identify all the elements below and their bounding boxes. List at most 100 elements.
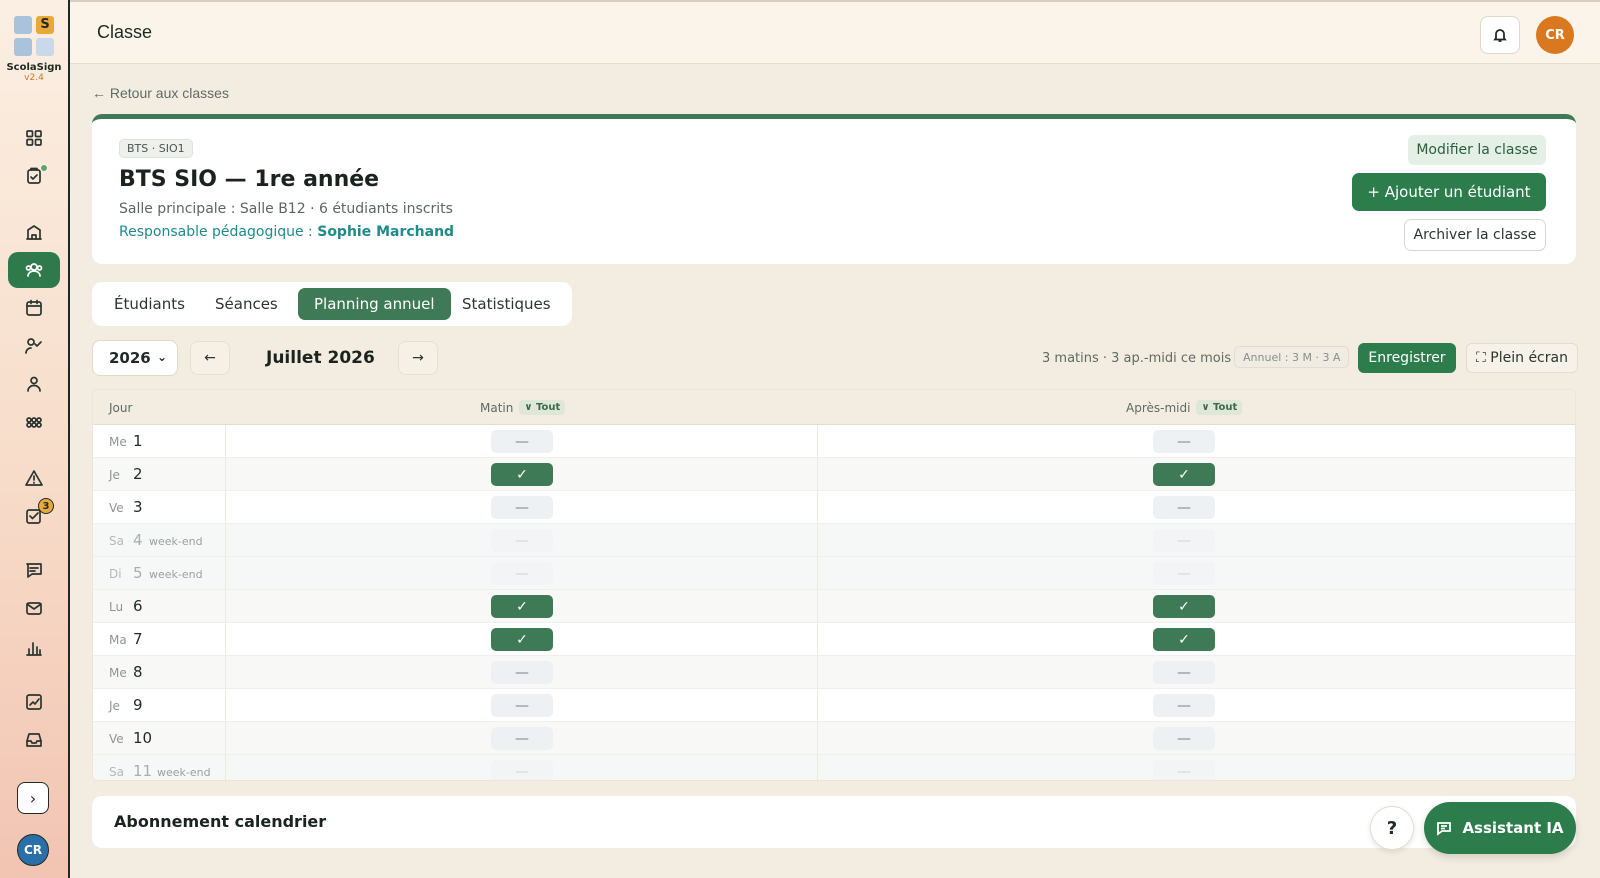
archive-class-button[interactable]: Archiver la classe [1404, 219, 1546, 251]
morning-toggle[interactable]: — [491, 430, 553, 453]
afternoon-toggle[interactable]: ✓ [1153, 595, 1215, 618]
day-of-week: Di [109, 567, 122, 581]
day-number: 9 [133, 696, 143, 714]
previous-month-button[interactable]: ← [190, 341, 230, 375]
add-student-button[interactable]: + Ajouter un étudiant [1352, 173, 1546, 211]
help-button[interactable]: ? [1370, 806, 1414, 850]
morning-toggle[interactable]: ✓ [491, 595, 553, 618]
col-morning-header: Matin ∨ Tout [480, 390, 566, 425]
calendar-icon[interactable] [8, 290, 60, 326]
table-row: Lu 6 ✓ ✓ [93, 590, 1575, 623]
next-month-button[interactable]: → [398, 341, 438, 375]
ai-assistant-button[interactable]: Assistant IA [1424, 802, 1576, 854]
ai-assistant-label: Assistant IA [1462, 819, 1564, 837]
afternoon-toggle[interactable]: ✓ [1153, 463, 1215, 486]
day-number: 7 [133, 630, 143, 648]
person-icon[interactable] [8, 366, 60, 402]
fullscreen-button[interactable]: ⛶ Plein écran [1466, 343, 1578, 373]
morning-toggle[interactable]: ✓ [491, 463, 553, 486]
select-all-afternoon-button[interactable]: ∨ Tout [1196, 400, 1243, 415]
table-row: Ma 7 ✓ ✓ [93, 623, 1575, 656]
chat-icon[interactable] [8, 552, 60, 588]
afternoon-toggle[interactable]: — [1153, 661, 1215, 684]
afternoon-toggle: — [1153, 529, 1215, 552]
table-row: Sa 11 week-end — — [93, 755, 1575, 780]
day-of-week: Ma [109, 633, 127, 647]
afternoon-toggle[interactable]: ✓ [1153, 628, 1215, 651]
table-row: Di 5 week-end — — [93, 557, 1575, 590]
save-button[interactable]: Enregistrer [1358, 343, 1456, 373]
table-row: Je 2 ✓ ✓ [93, 458, 1575, 491]
sidebar-avatar[interactable]: CR [17, 834, 49, 866]
notifications-button[interactable] [1480, 16, 1520, 54]
users-icon[interactable] [8, 252, 60, 288]
tab-students[interactable]: Étudiants [98, 288, 201, 320]
page-title: Classe [97, 22, 153, 42]
day-number: 2 [133, 465, 143, 483]
morning-toggle: — [491, 760, 553, 780]
afternoon-toggle[interactable]: — [1153, 694, 1215, 717]
notification-dot [40, 164, 48, 172]
modify-class-button[interactable]: Modifier la classe [1408, 135, 1546, 165]
inbox-icon[interactable] [8, 722, 60, 758]
tasks-icon[interactable]: 3 [8, 498, 60, 534]
responsible-name[interactable]: Sophie Marchand [317, 224, 454, 240]
top-bar: Classe CR [70, 0, 1600, 64]
afternoon-toggle[interactable]: — [1153, 430, 1215, 453]
morning-toggle[interactable]: — [491, 496, 553, 519]
groups-icon[interactable] [8, 404, 60, 440]
table-row: Sa 4 week-end — — [93, 524, 1575, 557]
morning-toggle: — [491, 529, 553, 552]
expand-sidebar-button[interactable]: › [17, 782, 49, 814]
planning-table: Jour Matin ∨ Tout Après-midi ∨ Tout Me 1 —… [92, 389, 1576, 781]
chat-bubble-icon [1437, 822, 1452, 836]
table-header: Jour Matin ∨ Tout Après-midi ∨ Tout [93, 390, 1575, 425]
weekend-label: week-end [157, 766, 211, 779]
table-row: Me 8 — — [93, 656, 1575, 689]
sidebar: S ScolaSign v2.4 3 › CR [0, 0, 70, 878]
table-row: Me 1 — — [93, 425, 1575, 458]
year-select[interactable]: 2026 ⌄ [92, 340, 178, 376]
tab-annual-planning[interactable]: Planning annuel [298, 288, 451, 320]
morning-toggle[interactable]: — [491, 727, 553, 750]
day-number: 3 [133, 498, 143, 516]
afternoon-toggle[interactable]: — [1153, 496, 1215, 519]
select-all-morning-button[interactable]: ∨ Tout [519, 400, 566, 415]
mail-icon[interactable] [8, 590, 60, 626]
day-of-week: Me [109, 666, 127, 680]
day-of-week: Ve [109, 732, 124, 746]
bar-chart-icon[interactable] [8, 630, 60, 666]
morning-toggle: — [491, 562, 553, 585]
morning-toggle[interactable]: — [491, 694, 553, 717]
annual-summary-chip: Annuel : 3 M · 3 A [1234, 346, 1350, 368]
user-avatar[interactable]: CR [1536, 16, 1574, 54]
day-of-week: Je [109, 468, 120, 482]
tasks-badge: 3 [38, 498, 54, 514]
class-subtitle: Salle principale : Salle B12 · 6 étudian… [119, 201, 453, 217]
building-icon[interactable] [8, 214, 60, 250]
back-to-classes-link[interactable]: ← Retour aux classes [92, 85, 229, 101]
table-body: Me 1 — — Je 2 ✓ ✓ Ve 3 — — Sa 4 week-end — — Di 5 week-end —… [93, 425, 1575, 780]
day-number: 4 [133, 531, 143, 549]
tab-sessions[interactable]: Séances [199, 288, 294, 320]
day-of-week: Ve [109, 501, 124, 515]
day-number: 6 [133, 597, 143, 615]
day-of-week: Sa [109, 765, 124, 779]
month-label: Juillet 2026 [266, 348, 375, 368]
tab-statistics[interactable]: Statistiques [446, 288, 567, 320]
day-number: 10 [133, 729, 153, 747]
afternoon-toggle[interactable]: — [1153, 727, 1215, 750]
alert-icon[interactable] [8, 460, 60, 496]
clipboard-icon[interactable] [8, 158, 60, 194]
day-number: 8 [133, 663, 143, 681]
morning-toggle[interactable]: — [491, 661, 553, 684]
morning-toggle[interactable]: ✓ [491, 628, 553, 651]
afternoon-toggle: — [1153, 760, 1215, 780]
calendar-subscription-card[interactable]: Abonnement calendrier [92, 796, 1576, 848]
check-person-icon[interactable] [8, 328, 60, 364]
trend-chart-icon[interactable] [8, 684, 60, 720]
app-logo: S [14, 16, 54, 56]
weekend-label: week-end [149, 568, 203, 581]
class-tabs: Étudiants Séances Planning annuel Statis… [92, 282, 572, 326]
dashboard-icon[interactable] [8, 120, 60, 156]
